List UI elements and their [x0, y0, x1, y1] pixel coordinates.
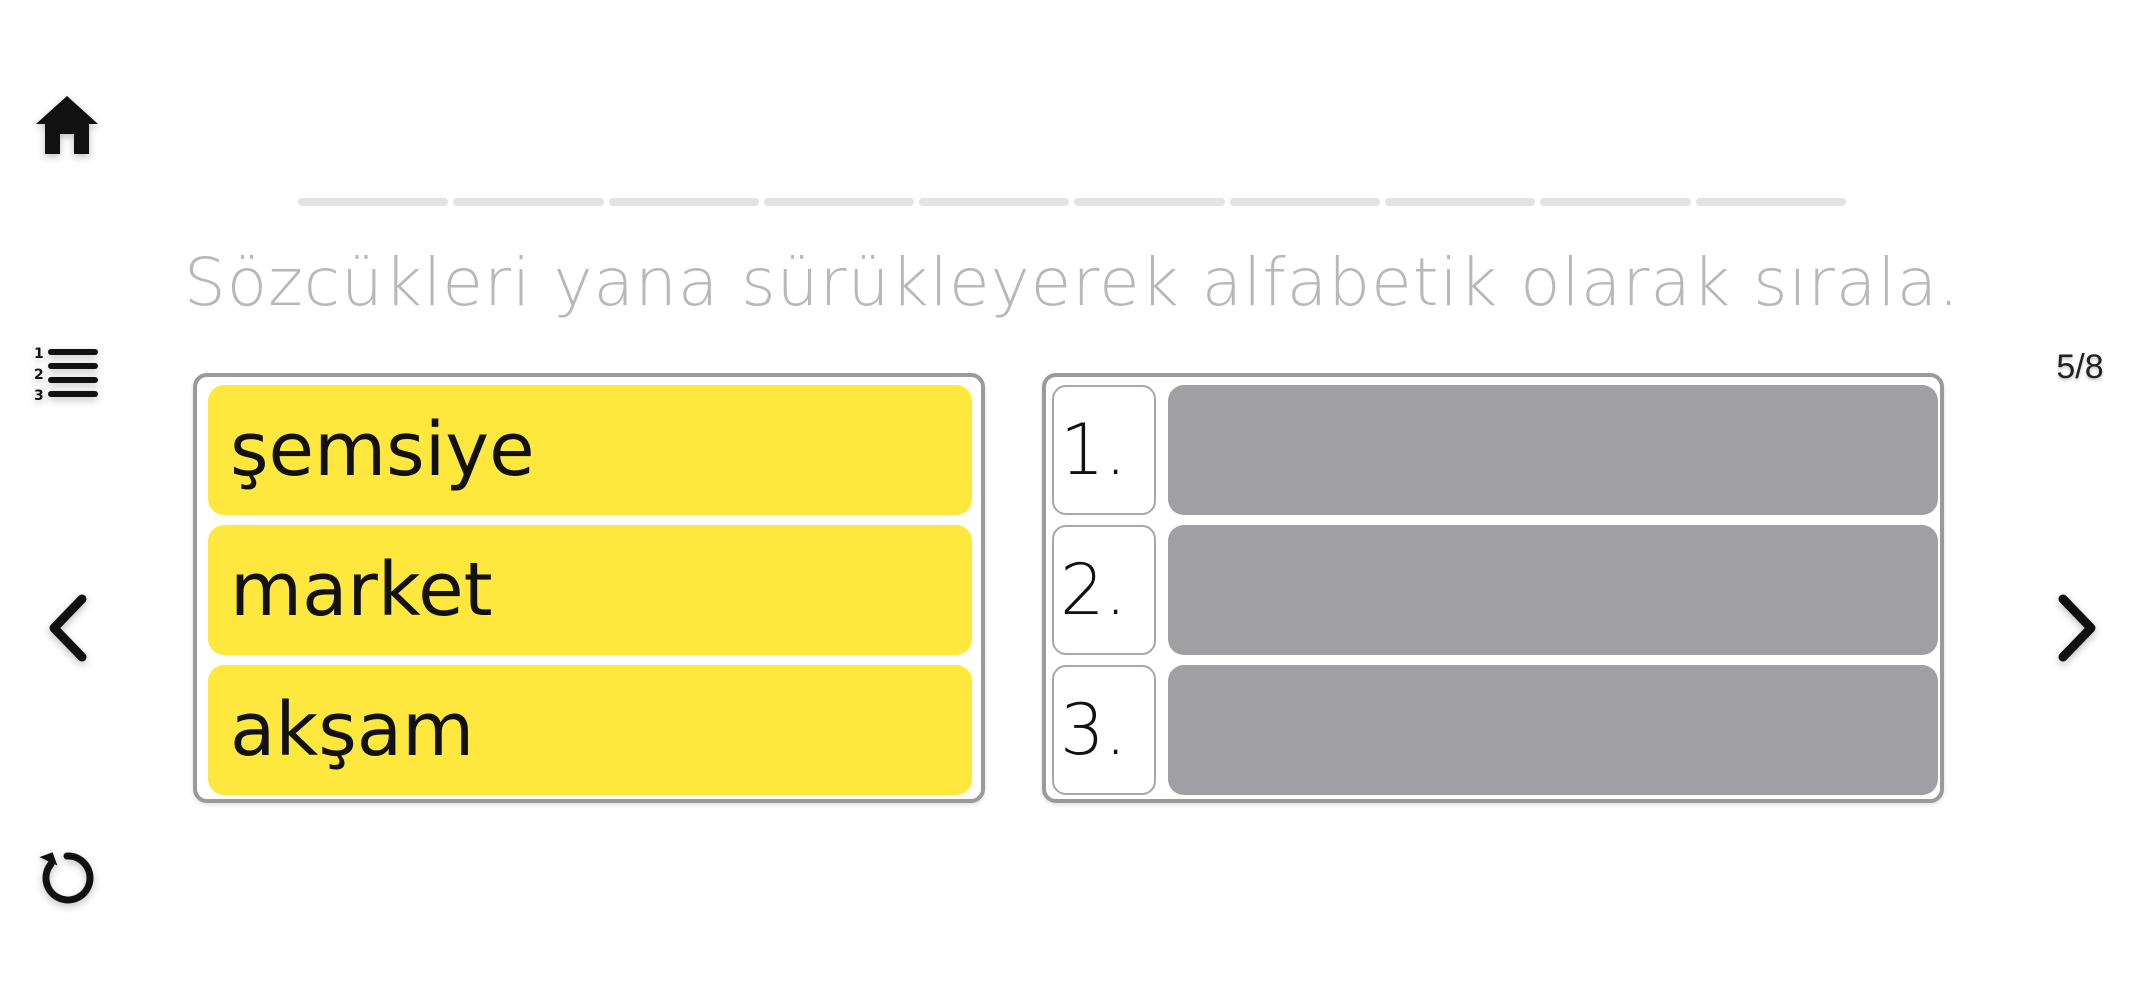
- page-counter: 5/8: [2056, 348, 2104, 386]
- next-button[interactable]: [2033, 583, 2123, 673]
- word-card[interactable]: market: [208, 525, 972, 655]
- svg-text:2: 2: [34, 367, 44, 383]
- instruction-text: Sözcükleri yana sürükleyerek alfabetik o…: [183, 244, 1961, 321]
- chevron-right-icon: [2058, 594, 2096, 662]
- drop-slot[interactable]: [1168, 385, 1938, 515]
- progress-segment: [453, 198, 604, 206]
- progress-segment: [919, 198, 1070, 206]
- progress-segment: [1385, 198, 1536, 206]
- exercise-screen: 1 2 3 5/8 Sözcükleri yana sürükleyerek a…: [0, 0, 2144, 1000]
- answer-slots-panel: 1. 2. 3.: [1042, 373, 1944, 803]
- progress-segment: [1695, 198, 1846, 206]
- home-icon: [36, 96, 98, 154]
- drop-slot[interactable]: [1168, 665, 1938, 795]
- word-card[interactable]: akşam: [208, 665, 972, 795]
- progress-segment: [1540, 198, 1691, 206]
- reset-button[interactable]: [22, 830, 112, 920]
- drop-slot[interactable]: [1168, 525, 1938, 655]
- progress-segment: [298, 198, 449, 206]
- word-bank-panel: şemsiye market akşam: [193, 373, 985, 803]
- svg-text:1: 1: [34, 346, 44, 362]
- progress-segment: [763, 198, 915, 206]
- progress-segment: [1229, 198, 1381, 206]
- numbered-list-icon: 1 2 3: [34, 346, 98, 404]
- chapter-list-button[interactable]: 1 2 3: [22, 330, 112, 420]
- slot-number: 2.: [1052, 525, 1156, 655]
- svg-text:3: 3: [34, 388, 44, 404]
- previous-button[interactable]: [22, 583, 112, 673]
- word-card[interactable]: şemsiye: [208, 385, 972, 515]
- slot-number: 1.: [1052, 385, 1156, 515]
- home-button[interactable]: [22, 80, 112, 170]
- chevron-left-icon: [49, 594, 87, 662]
- progress-bar: [298, 198, 1846, 206]
- progress-segment: [1074, 198, 1225, 206]
- slot-number: 3.: [1052, 665, 1156, 795]
- reset-icon: [39, 852, 94, 904]
- progress-segment: [608, 198, 759, 206]
